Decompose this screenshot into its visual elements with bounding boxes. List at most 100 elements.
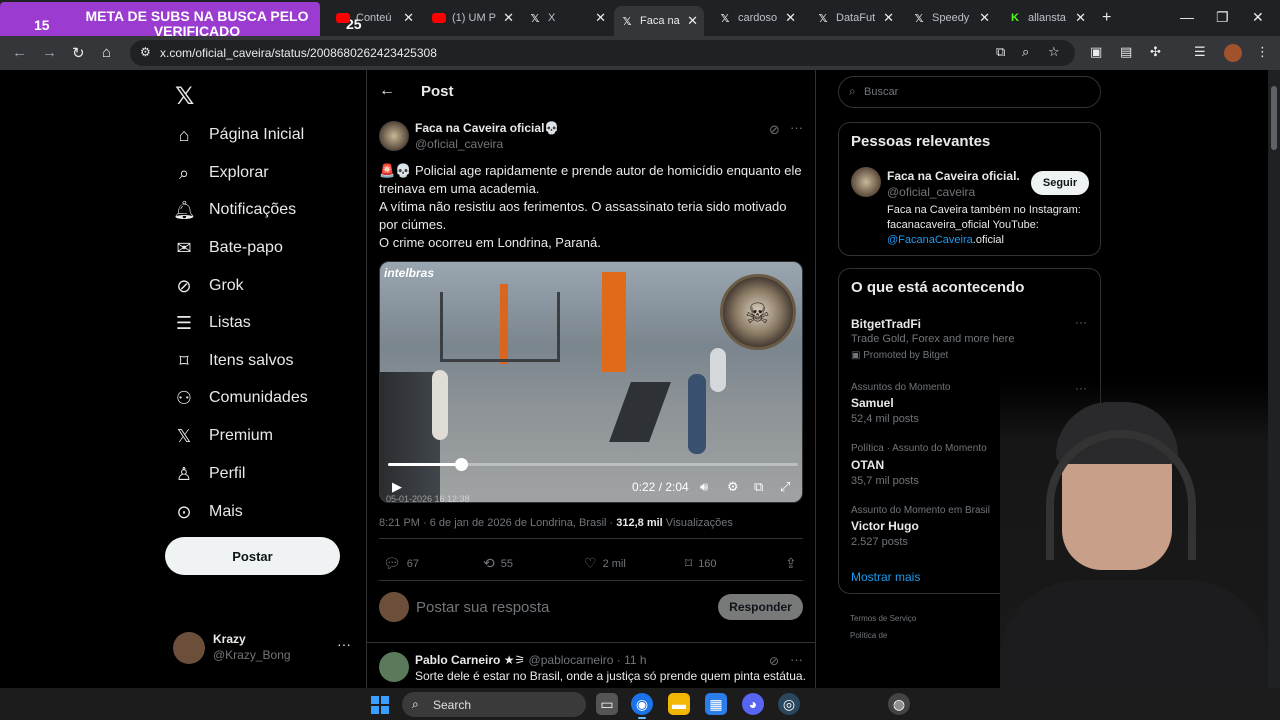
tab-5[interactable]: 𝕏 cardoso ✕ xyxy=(712,6,796,30)
video-player[interactable]: intelbras ☠ ▶ 05-01-2026 16:12:38 0:22 /… xyxy=(379,261,803,503)
nav-item-premium[interactable]: 𝕏 Premium xyxy=(173,421,273,451)
page-scrollbar[interactable] xyxy=(1268,70,1280,688)
discord-icon[interactable]: ◕ xyxy=(742,693,764,715)
site-info-icon[interactable]: ⚙ xyxy=(140,45,151,59)
tab-1[interactable]: Conteú ✕ xyxy=(330,6,414,30)
settings-gear-icon[interactable]: ⚙ xyxy=(727,479,739,495)
taskbar-search[interactable]: ⌕ Search xyxy=(402,692,586,717)
nav-item-profile[interactable]: ♙ Perfil xyxy=(173,459,246,489)
restore-icon[interactable]: ❐ xyxy=(1216,9,1229,26)
reply-input[interactable]: Postar sua resposta xyxy=(416,599,549,616)
close-icon[interactable]: ✕ xyxy=(883,10,894,26)
avatar[interactable] xyxy=(851,167,881,197)
nav-item-chat[interactable]: ✉ Bate-papo xyxy=(173,233,282,263)
store-icon[interactable]: ▦ xyxy=(705,693,727,715)
bookmark-star-icon[interactable]: ☆ xyxy=(1048,44,1060,60)
media-controls-icon[interactable]: ☰ xyxy=(1194,44,1206,60)
trend-name[interactable]: Victor Hugo xyxy=(851,519,919,533)
chrome-icon[interactable]: ◉ xyxy=(631,693,653,715)
window-close-icon[interactable]: ✕ xyxy=(1252,9,1264,26)
tab-3[interactable]: 𝕏 X ✕ xyxy=(522,6,606,30)
close-icon[interactable]: ✕ xyxy=(1075,10,1086,26)
file-explorer-icon[interactable]: ▬ xyxy=(668,693,690,715)
compose-post-button[interactable]: Postar xyxy=(165,537,340,575)
more-icon[interactable]: ··· xyxy=(337,636,351,652)
relevant-handle[interactable]: @oficial_caveira xyxy=(887,185,975,199)
tab-2[interactable]: (1) UM P ✕ xyxy=(426,6,514,30)
bookmark-action[interactable]: ⌑ 160 xyxy=(685,555,717,572)
extensions-puzzle-icon[interactable]: ✣ xyxy=(1150,44,1161,60)
grok-explain-icon[interactable]: ⊘ xyxy=(769,654,779,668)
back-icon[interactable]: ← xyxy=(12,44,27,61)
nav-item-lists[interactable]: ☰ Listas xyxy=(173,308,251,338)
reply-action[interactable]: 💬︎ 67 xyxy=(383,555,419,572)
grok-explain-icon[interactable]: ⊘ xyxy=(769,122,780,138)
nav-item-notifications[interactable]: 🔔︎ Notificações xyxy=(173,195,296,225)
post-timestamp[interactable]: 8:21 PM · 6 de jan de 2026 de Londrina, … xyxy=(379,517,616,529)
nav-item-home[interactable]: ⌂ Página Inicial xyxy=(173,120,305,150)
like-action[interactable]: ♡ 2 mil xyxy=(584,555,626,572)
share-action[interactable]: ⇪ xyxy=(785,555,803,572)
nav-item-bookmarks[interactable]: ⌑ Itens salvos xyxy=(173,346,293,376)
nav-item-more[interactable]: ⊙ Mais xyxy=(173,497,242,527)
nav-item-explore[interactable]: ⌕ Explorar xyxy=(173,158,269,188)
volume-icon[interactable]: 🔊︎ xyxy=(700,479,708,495)
close-icon[interactable]: ✕ xyxy=(403,10,414,26)
new-tab-icon[interactable]: + xyxy=(1102,9,1111,27)
tab-7[interactable]: 𝕏 Speedy ✕ xyxy=(906,6,990,30)
close-icon[interactable]: ✕ xyxy=(503,10,514,26)
author-name[interactable]: Faca na Caveira oficial💀 xyxy=(415,121,559,135)
trend-name[interactable]: OTAN xyxy=(851,458,884,472)
more-icon[interactable]: ··· xyxy=(1075,315,1087,329)
forward-icon[interactable]: → xyxy=(42,44,57,61)
task-view-icon[interactable]: ▭ xyxy=(596,693,618,715)
more-icon[interactable]: ··· xyxy=(790,652,803,667)
video-progress-bar[interactable] xyxy=(388,458,798,471)
extension-icon[interactable]: ▤ xyxy=(1120,44,1132,60)
browser-menu-icon[interactable]: ⋮ xyxy=(1256,44,1269,60)
close-icon[interactable]: ✕ xyxy=(687,13,698,29)
bio-link[interactable]: @FacanaCaveira xyxy=(887,234,973,246)
x-logo-icon[interactable]: 𝕏 xyxy=(175,82,194,111)
follow-button[interactable]: Seguir xyxy=(1031,171,1089,195)
account-switcher[interactable]: Krazy @Krazy_Bong ··· xyxy=(173,630,353,666)
close-icon[interactable]: ✕ xyxy=(979,10,990,26)
reply-button[interactable]: Responder xyxy=(718,594,803,620)
repost-action[interactable]: ⟲ 55 xyxy=(483,555,513,572)
trend-name[interactable]: Samuel xyxy=(851,396,894,410)
url-bar[interactable]: ⚙ x.com/oficial_caveira/status/200868026… xyxy=(130,40,1075,66)
more-icon[interactable]: ··· xyxy=(790,120,803,135)
author-handle[interactable]: @oficial_caveira xyxy=(415,137,503,151)
home-icon[interactable]: ⌂ xyxy=(102,44,111,61)
profile-avatar[interactable] xyxy=(1224,44,1242,62)
extension-icon[interactable]: ▣ xyxy=(1090,44,1102,60)
privacy-link[interactable]: Política de xyxy=(850,631,887,640)
picture-in-picture-icon[interactable]: ⧉ xyxy=(754,479,763,495)
search-input[interactable]: ⌕ Buscar xyxy=(838,76,1101,108)
play-icon[interactable]: ▶ xyxy=(392,479,402,495)
relevant-name[interactable]: Faca na Caveira oficial... xyxy=(887,169,1019,183)
steam-icon[interactable]: ◎ xyxy=(778,693,800,715)
tab-4-active[interactable]: 𝕏 Faca na ✕ xyxy=(614,6,704,36)
comment-header[interactable]: Pablo Carneiro ★⚞ @pablocarneiro · 11 h xyxy=(415,653,647,667)
tab-6[interactable]: 𝕏 DataFut ✕ xyxy=(810,6,894,30)
fullscreen-icon[interactable]: ⤢ xyxy=(780,479,790,495)
nav-item-grok[interactable]: ⊘ Grok xyxy=(173,271,243,301)
video-scrubber-handle[interactable] xyxy=(454,458,468,471)
windows-start-icon[interactable] xyxy=(371,696,389,714)
scrollbar-thumb[interactable] xyxy=(1271,86,1277,150)
install-app-icon[interactable]: ⧉ xyxy=(996,44,1005,60)
author-avatar[interactable] xyxy=(379,121,409,151)
app-icon[interactable]: ◍ xyxy=(888,693,910,715)
avatar[interactable] xyxy=(379,652,409,682)
show-more-link[interactable]: Mostrar mais xyxy=(851,570,920,584)
back-arrow-icon[interactable]: ← xyxy=(379,82,395,100)
zoom-icon[interactable]: ⌕ xyxy=(1022,44,1029,60)
minimize-icon[interactable]: — xyxy=(1180,9,1194,25)
terms-link[interactable]: Termos de Serviço xyxy=(850,614,916,623)
tab-8[interactable]: K allansta ✕ xyxy=(1002,6,1086,30)
nav-item-communities[interactable]: ⚇ Comunidades xyxy=(173,383,308,413)
close-icon[interactable]: ✕ xyxy=(595,10,606,26)
reload-icon[interactable]: ↻ xyxy=(72,44,85,62)
trend-name[interactable]: BitgetTradFi xyxy=(851,317,921,331)
